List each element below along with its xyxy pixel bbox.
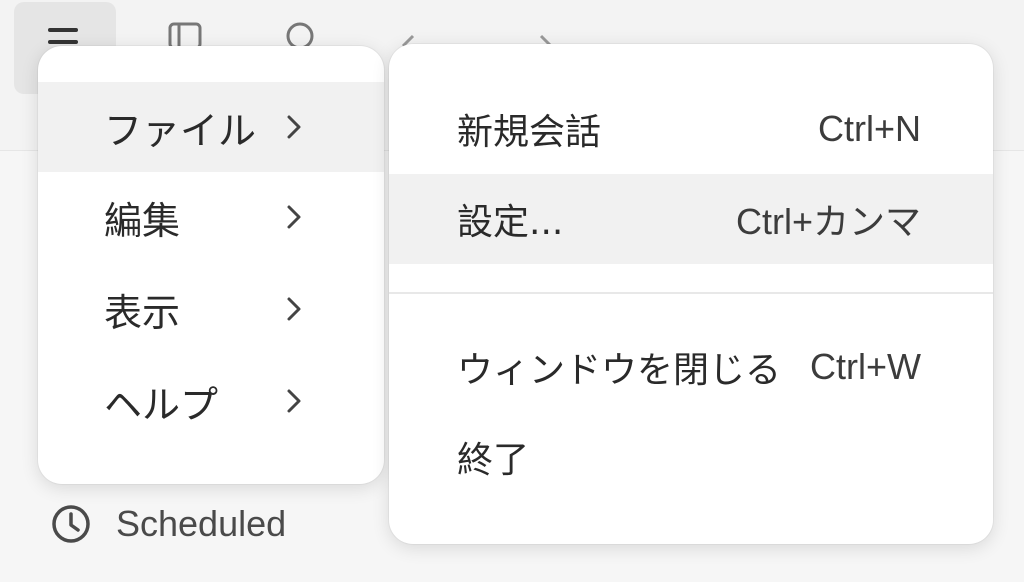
sidebar-item-scheduled[interactable]: Scheduled: [50, 496, 286, 552]
menu-item-label: 表示: [104, 290, 181, 335]
menu-item-edit[interactable]: 編集: [38, 172, 384, 262]
chevron-right-icon: [287, 389, 301, 413]
menu-item-label: 終了: [457, 440, 530, 481]
menu-item-file[interactable]: ファイル: [38, 82, 384, 172]
menu-item-settings[interactable]: 設定... Ctrl+カンマ: [389, 174, 993, 264]
menu-item-help[interactable]: ヘルプ: [38, 356, 384, 446]
menu-item-view[interactable]: 表示: [38, 264, 384, 354]
menu-item-quit[interactable]: 終了: [389, 412, 993, 502]
menu-item-label: ウィンドウを閉じる: [457, 350, 782, 391]
menu-item-shortcut: Ctrl+N: [817, 108, 921, 149]
chevron-right-icon: [287, 297, 301, 321]
chevron-right-icon: [287, 115, 301, 139]
menu-item-close-window[interactable]: ウィンドウを閉じる Ctrl+W: [389, 322, 993, 412]
menu-item-shortcut: Ctrl+カンマ: [735, 201, 921, 242]
search-icon: [286, 22, 314, 50]
menu-item-label: 設定...: [457, 202, 564, 243]
menu-item-label: 編集: [104, 198, 181, 243]
menu-divider: [389, 292, 993, 294]
file-submenu: 新規会話 Ctrl+N 設定... Ctrl+カンマ ウィンドウを閉じる Ctr…: [389, 44, 993, 544]
chevron-right-icon: [287, 205, 301, 229]
menu-item-new-conversation[interactable]: 新規会話 Ctrl+N: [389, 84, 993, 174]
menu-item-label: ヘルプ: [104, 382, 219, 427]
menu-item-shortcut: Ctrl+W: [810, 346, 921, 387]
menu-item-label: 新規会話: [457, 112, 602, 153]
sidebar-toggle-icon: [168, 22, 202, 50]
main-menu: ファイル 編集 表示 ヘルプ: [38, 46, 384, 484]
clock-icon: [52, 505, 90, 543]
sidebar-item-label: Scheduled: [116, 503, 287, 544]
menu-item-label: ファイル: [104, 108, 257, 153]
